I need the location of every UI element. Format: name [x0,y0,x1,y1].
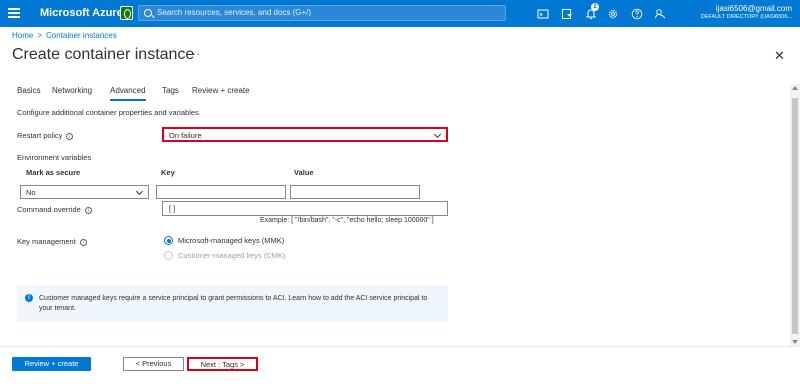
close-icon[interactable]: ✕ [774,48,785,64]
command-override-label: Command override i [17,205,92,214]
env-value-input[interactable] [290,185,420,199]
vertical-scrollbar[interactable] [790,84,800,346]
preview-icon[interactable] [120,6,133,20]
info-icon[interactable]: i [66,132,74,140]
info-banner: i Customer managed keys require a servic… [17,285,448,322]
account-menu[interactable]: ijasi6506@gmail.com DEFAULT DIRECTORY (I… [701,4,792,20]
review-create-button[interactable]: Review + create [12,357,91,371]
env-key-input[interactable] [156,185,286,199]
breadcrumb-separator: > [37,31,43,40]
command-example-text: Example: [ "/bin/bash", "-c", "echo hell… [260,217,434,224]
tab-tags[interactable]: Tags [162,86,179,99]
breadcrumb-container-instances[interactable]: Container instances [46,31,117,40]
scroll-up-icon[interactable] [792,86,798,90]
directory-filter-icon[interactable] [561,7,573,19]
page-title: Create container instance [12,46,195,63]
brand-title[interactable]: Microsoft Azure [40,7,123,19]
mark-as-secure-value: No [26,188,36,197]
notification-badge: 2 [591,3,599,11]
account-email: ijasi6506@gmail.com [715,4,792,13]
search-icon [144,9,152,17]
cmk-radio [164,251,173,260]
mark-as-secure-dropdown[interactable]: No [20,185,149,199]
next-tags-button[interactable]: Next : Tags > [187,357,258,371]
settings-gear-icon[interactable] [607,7,619,19]
info-banner-text: Customer managed keys require a service … [39,295,428,312]
mmk-radio[interactable] [164,236,173,245]
menu-icon[interactable] [8,8,20,18]
scrollbar-thumb[interactable] [792,98,798,334]
cmk-radio-label: Customer-managed keys (CMK) [178,251,286,260]
key-management-label: Key management i [17,237,87,246]
tab-basics[interactable]: Basics [17,86,41,99]
previous-button[interactable]: < Previous [123,357,184,371]
breadcrumb-home[interactable]: Home [12,31,33,40]
info-icon: i [25,294,33,302]
command-override-label-text: Command override [17,205,81,214]
restart-policy-dropdown[interactable]: On failure [162,127,448,142]
chevron-down-icon [135,187,144,196]
key-header: Key [161,168,175,177]
restart-policy-value: On failure [169,131,202,140]
info-icon[interactable]: i [84,206,92,214]
cloud-shell-icon[interactable] [537,7,549,19]
command-override-input[interactable]: [ ] [162,201,448,216]
search-input[interactable]: Search resources, services, and docs (G+… [138,5,506,21]
chevron-down-icon [433,130,442,139]
environment-variables-label: Environment variables [17,153,92,162]
more-options-button[interactable]: ··· [188,49,201,60]
feedback-icon[interactable] [654,7,666,19]
breadcrumb: Home > Container instances [12,31,117,40]
help-icon[interactable] [631,7,643,20]
restart-policy-label-text: Restart policy [17,131,63,140]
tab-review-create[interactable]: Review + create [192,86,250,99]
value-header: Value [294,168,314,177]
search-placeholder: Search resources, services, and docs (G+… [157,8,312,17]
restart-policy-label: Restart policy i [17,131,74,140]
footer-bar [0,346,800,384]
account-directory: DEFAULT DIRECTORY (IJASI6506... [700,14,792,20]
mark-as-secure-header: Mark as secure [26,168,81,177]
info-icon[interactable]: i [79,238,87,246]
tab-advanced[interactable]: Advanced [110,86,146,101]
key-management-label-text: Key management [17,237,76,246]
top-bar: Microsoft Azure Search resources, servic… [0,0,800,27]
intro-text: Configure additional container propertie… [17,108,201,117]
tab-networking[interactable]: Networking [52,86,92,99]
mmk-radio-label[interactable]: Microsoft-managed keys (MMK) [178,236,284,245]
scroll-down-icon[interactable] [792,340,798,344]
